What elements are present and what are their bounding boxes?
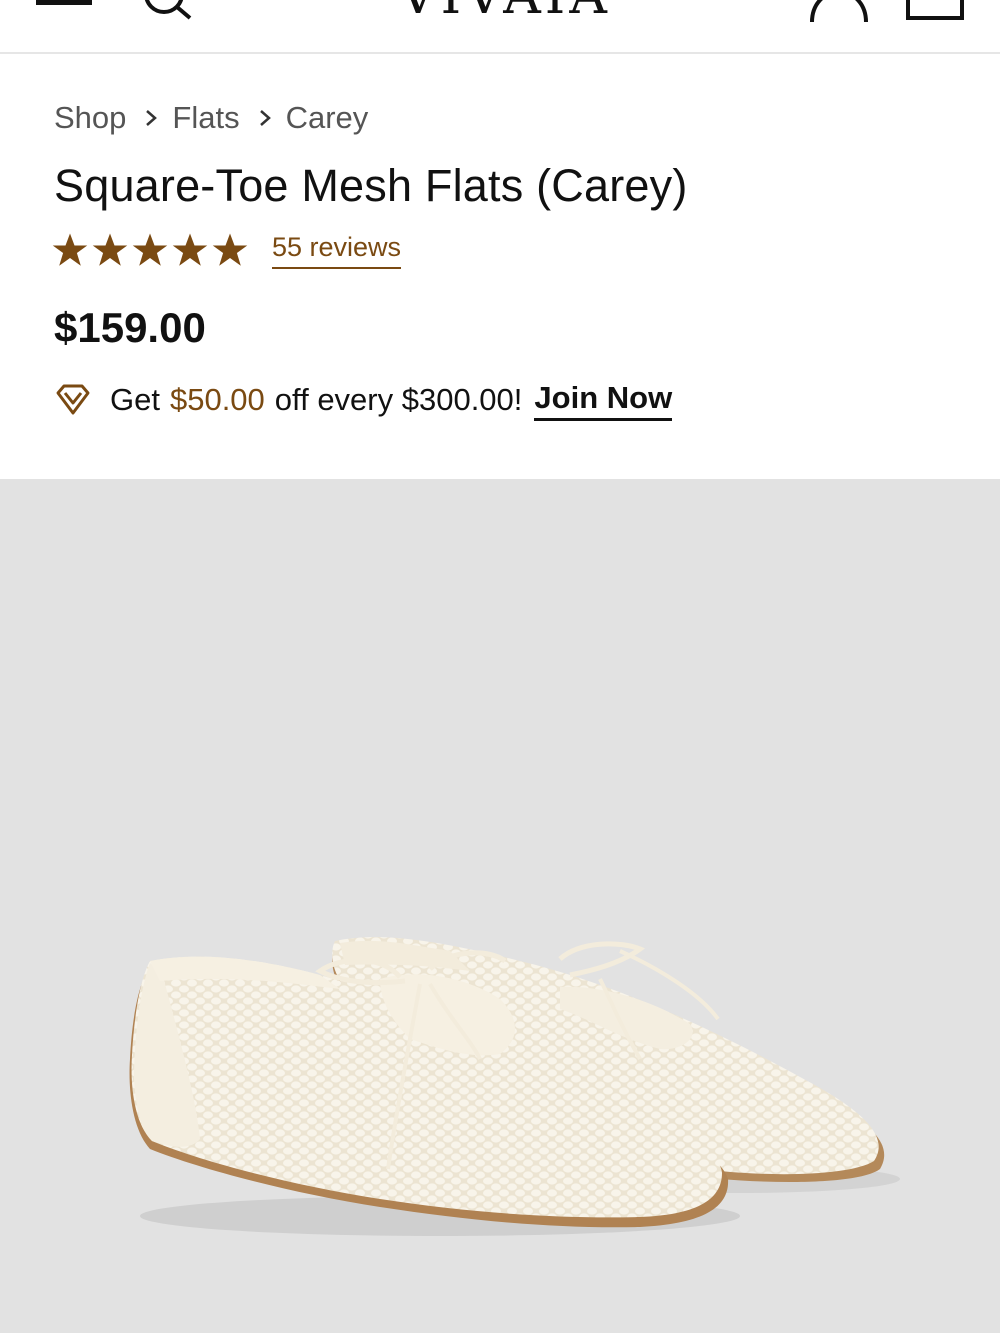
chevron-right-icon — [259, 110, 271, 126]
diamond-icon — [56, 384, 90, 415]
product-title: Square-Toe Mesh Flats (Carey) — [54, 160, 688, 211]
cart-icon[interactable] — [904, 0, 966, 22]
membership-promo: Get $50.00 off every $300.00! Join Now — [54, 376, 673, 424]
promo-suffix: off every $300.00! — [274, 382, 523, 417]
search-icon[interactable] — [138, 0, 196, 20]
star-icon — [92, 233, 128, 266]
breadcrumb-carey[interactable]: Carey — [286, 100, 369, 136]
breadcrumb: Shop Flats Carey — [54, 98, 368, 138]
star-icon — [132, 233, 168, 266]
promo-amount: $50.00 — [169, 382, 265, 417]
reviews-link[interactable]: 55 reviews — [272, 232, 402, 269]
star-icon — [52, 233, 88, 266]
star-icon — [172, 233, 208, 266]
product-rating: 55 reviews — [52, 230, 402, 270]
product-price: $159.00 — [54, 304, 206, 351]
promo-prefix: Get — [110, 382, 160, 417]
breadcrumb-shop[interactable]: Shop — [54, 100, 126, 136]
chevron-right-icon — [146, 110, 158, 126]
menu-icon[interactable] — [36, 0, 92, 10]
join-now-link[interactable]: Join Now — [534, 380, 673, 421]
breadcrumb-flats[interactable]: Flats — [172, 100, 239, 136]
shoe-illustration — [129, 937, 900, 1236]
site-header: VIVAIA — [0, 0, 1000, 54]
star-icon — [212, 233, 248, 266]
product-image[interactable] — [0, 479, 1000, 1333]
star-rating — [52, 232, 252, 268]
account-icon[interactable] — [806, 0, 872, 22]
brand-logo[interactable]: VIVAIA — [370, 0, 640, 22]
